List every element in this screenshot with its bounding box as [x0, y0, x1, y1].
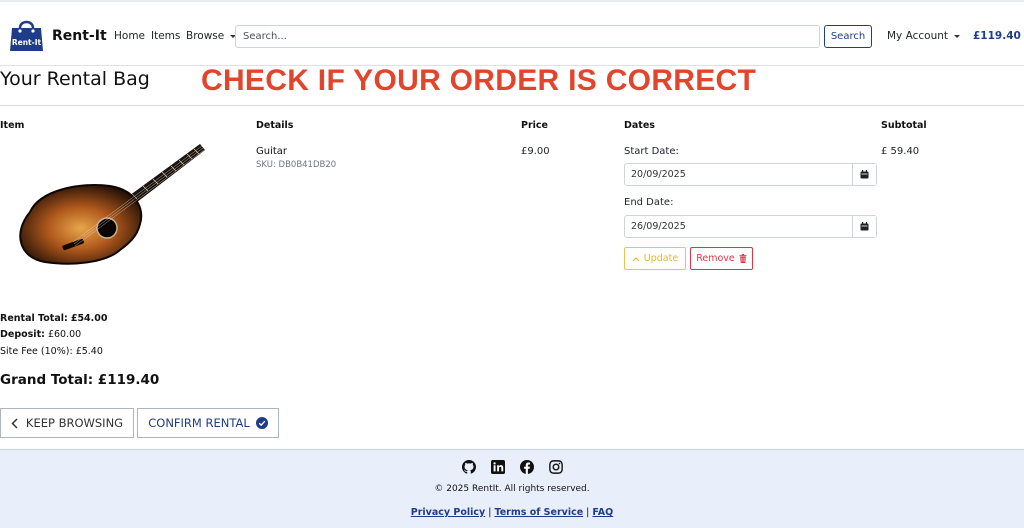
- site-fee-label: Site Fee (10%):: [0, 346, 73, 357]
- navbar: Rent-It Rent-It Home Items Browse Search…: [0, 0, 1024, 66]
- rental-total-label: Rental Total:: [0, 313, 68, 324]
- rental-total-value: £54.00: [70, 313, 108, 324]
- calendar-icon[interactable]: [852, 164, 876, 185]
- site-fee-value: £5.40: [75, 346, 103, 357]
- update-label: Update: [643, 253, 679, 264]
- item-subtotal: £ 59.40: [881, 146, 920, 157]
- confirm-rental-label: CONFIRM RENTAL: [148, 416, 250, 430]
- update-button[interactable]: Update: [624, 247, 686, 270]
- remove-button[interactable]: Remove: [690, 247, 753, 270]
- confirm-rental-button[interactable]: CONFIRM RENTAL: [137, 408, 279, 438]
- nav-items[interactable]: Items: [151, 30, 180, 42]
- my-account-dropdown[interactable]: My Account: [887, 30, 961, 42]
- shopping-bag-logo-icon: Rent-It: [8, 17, 45, 54]
- social-links: [0, 460, 1024, 474]
- calendar-icon[interactable]: [852, 216, 876, 237]
- nav-browse-label: Browse: [186, 30, 225, 42]
- header-item: Item: [0, 120, 25, 131]
- header-subtotal: Subtotal: [881, 120, 927, 131]
- grand-total: Grand Total: £119.40: [0, 372, 160, 388]
- start-date-label: Start Date:: [624, 146, 679, 157]
- facebook-icon[interactable]: [519, 460, 534, 474]
- header-price: Price: [521, 120, 548, 131]
- start-date-input[interactable]: [625, 164, 852, 185]
- start-date-group: [624, 163, 877, 186]
- footer-links: Privacy Policy | Terms of Service | FAQ: [410, 507, 614, 518]
- terms-of-service-link[interactable]: Terms of Service: [494, 507, 583, 518]
- search-input[interactable]: [235, 25, 820, 48]
- github-icon[interactable]: [461, 460, 476, 474]
- trash-icon: [739, 254, 747, 263]
- nav-home[interactable]: Home: [114, 30, 145, 42]
- keep-browsing-button[interactable]: KEEP BROWSING: [0, 408, 134, 438]
- brand-name: Rent-It: [52, 27, 107, 44]
- footer: © 2025 RentIt. All rights reserved. Priv…: [0, 449, 1024, 528]
- check-circle-icon: [255, 417, 268, 429]
- my-account-label: My Account: [887, 30, 949, 42]
- deposit: Deposit: £60.00: [0, 329, 81, 340]
- logo-text: Rent-It: [11, 38, 42, 47]
- site-fee: Site Fee (10%): £5.40: [0, 346, 103, 357]
- cart-total[interactable]: £119.40: [973, 30, 1021, 42]
- copyright: © 2025 RentIt. All rights reserved.: [434, 484, 590, 494]
- nav-browse[interactable]: Browse: [186, 30, 237, 42]
- instagram-icon[interactable]: [548, 460, 563, 474]
- header-dates: Dates: [624, 120, 655, 131]
- faq-link[interactable]: FAQ: [592, 507, 613, 518]
- search-button[interactable]: Search: [824, 25, 872, 48]
- end-date-label: End Date:: [624, 197, 674, 208]
- item-name[interactable]: Guitar: [256, 146, 287, 157]
- rental-total: Rental Total: £54.00: [0, 313, 108, 324]
- end-date-group: [624, 215, 877, 238]
- page-title: Your Rental Bag: [0, 68, 150, 90]
- annotation-text: CHECK IF YOUR ORDER IS CORRECT: [201, 64, 757, 97]
- chevron-up-icon: [632, 256, 640, 261]
- end-date-input[interactable]: [625, 216, 852, 237]
- deposit-label: Deposit:: [0, 329, 45, 340]
- keep-browsing-label: KEEP BROWSING: [25, 416, 124, 430]
- deposit-value: £60.00: [47, 329, 82, 340]
- caret-down-icon: [954, 34, 961, 38]
- linkedin-icon[interactable]: [490, 460, 505, 474]
- item-sku: SKU: DB0B41DB20: [256, 160, 337, 170]
- item-price: £9.00: [521, 146, 550, 157]
- divider: [0, 105, 1024, 106]
- privacy-policy-link[interactable]: Privacy Policy: [411, 507, 485, 518]
- remove-label: Remove: [696, 253, 735, 264]
- chevron-left-icon: [11, 417, 18, 429]
- header-details: Details: [256, 120, 294, 131]
- guitar-image[interactable]: [0, 142, 240, 266]
- brand[interactable]: Rent-It Rent-It: [8, 17, 107, 54]
